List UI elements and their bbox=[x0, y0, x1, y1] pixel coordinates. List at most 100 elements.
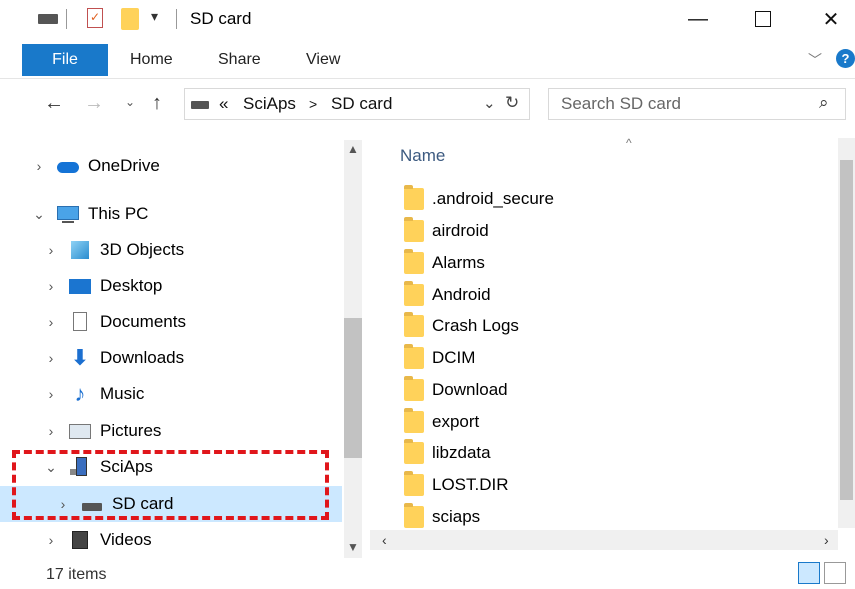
nav-item-downloads[interactable]: › ⬇ Downloads bbox=[0, 340, 342, 376]
address-bar[interactable]: « SciAps > SD card ⌄ ↻ bbox=[184, 88, 530, 120]
search-placeholder: Search SD card bbox=[561, 94, 681, 113]
details-view-icon[interactable] bbox=[798, 562, 820, 584]
refresh-icon[interactable]: ↻ bbox=[505, 93, 519, 113]
device-icon bbox=[68, 457, 92, 477]
file-row[interactable]: libzdata bbox=[404, 437, 491, 469]
nav-scrollbar-thumb[interactable] bbox=[344, 318, 362, 458]
nav-item-label: Documents bbox=[100, 312, 186, 331]
close-button[interactable]: ✕ bbox=[808, 0, 854, 38]
nav-item-label: Downloads bbox=[100, 348, 185, 367]
recent-locations-icon[interactable]: ⌄ bbox=[125, 95, 135, 109]
cloud-icon bbox=[56, 156, 80, 176]
videos-icon bbox=[68, 530, 92, 550]
tab-view[interactable]: View bbox=[306, 44, 340, 76]
file-row[interactable]: Crash Logs bbox=[404, 310, 519, 342]
nav-item-label: Videos bbox=[100, 530, 152, 549]
chevron-right-icon[interactable]: › bbox=[44, 242, 58, 258]
properties-icon[interactable]: ✓ bbox=[87, 8, 103, 28]
search-input[interactable]: Search SD card ⌕ bbox=[548, 88, 846, 120]
file-row[interactable]: airdroid bbox=[404, 215, 489, 247]
scroll-up-icon[interactable]: ▲ bbox=[347, 142, 359, 156]
address-dropdown-icon[interactable]: ⌄ bbox=[483, 94, 496, 112]
search-icon[interactable]: ⌕ bbox=[819, 93, 829, 113]
music-icon: ♪ bbox=[74, 381, 86, 406]
nav-item-onedrive[interactable]: › OneDrive bbox=[0, 148, 342, 184]
scroll-left-icon[interactable]: ‹ bbox=[382, 532, 387, 548]
nav-item-this-pc[interactable]: ⌄ This PC bbox=[0, 196, 342, 232]
nav-item-label: Pictures bbox=[100, 421, 162, 440]
chevron-right-icon[interactable]: › bbox=[44, 350, 58, 366]
file-name: export bbox=[432, 412, 480, 431]
desktop-icon bbox=[68, 276, 92, 296]
chevron-right-icon[interactable]: › bbox=[44, 314, 58, 330]
tab-share[interactable]: Share bbox=[218, 44, 261, 76]
pictures-icon bbox=[68, 421, 92, 441]
file-row[interactable]: LOST.DIR bbox=[404, 469, 509, 501]
nav-item-videos[interactable]: › Videos bbox=[0, 522, 342, 558]
up-button[interactable]: ↑ bbox=[152, 92, 162, 115]
file-name: LOST.DIR bbox=[432, 475, 509, 494]
chevron-right-icon[interactable]: › bbox=[44, 532, 58, 548]
nav-item-3d-objects[interactable]: › 3D Objects bbox=[0, 232, 342, 268]
folder-icon bbox=[404, 376, 424, 401]
nav-item-desktop[interactable]: › Desktop bbox=[0, 268, 342, 304]
scroll-down-icon[interactable]: ▼ bbox=[347, 540, 359, 554]
divider bbox=[66, 9, 67, 29]
computer-icon bbox=[56, 204, 80, 224]
breadcrumb-separator: > bbox=[309, 96, 318, 112]
column-header-name[interactable]: Name bbox=[400, 146, 445, 166]
drive-icon bbox=[80, 494, 104, 514]
file-name: .android_secure bbox=[432, 189, 554, 208]
status-item-count: 17 items bbox=[46, 566, 107, 583]
new-folder-icon[interactable] bbox=[121, 8, 139, 30]
chevron-right-icon[interactable]: › bbox=[56, 496, 70, 512]
breadcrumb-sciaps[interactable]: SciAps bbox=[243, 94, 296, 114]
tab-home[interactable]: Home bbox=[130, 44, 173, 76]
chevron-right-icon[interactable]: › bbox=[32, 158, 46, 174]
chevron-right-icon[interactable]: › bbox=[44, 423, 58, 439]
scroll-right-icon[interactable]: › bbox=[824, 532, 829, 548]
help-icon[interactable]: ? bbox=[836, 49, 855, 68]
nav-item-music[interactable]: › ♪ Music bbox=[0, 376, 342, 412]
file-row[interactable]: DCIM bbox=[404, 342, 475, 374]
minimize-button[interactable]: — bbox=[675, 0, 721, 38]
content-scrollbar-thumb[interactable] bbox=[840, 160, 853, 500]
file-row[interactable]: .android_secure bbox=[404, 183, 554, 215]
folder-icon bbox=[404, 503, 424, 528]
nav-item-label: 3D Objects bbox=[100, 240, 185, 259]
chevron-down-icon[interactable]: ⌄ bbox=[32, 206, 46, 223]
file-name: DCIM bbox=[432, 348, 476, 367]
nav-item-label: Music bbox=[100, 384, 145, 403]
chevron-down-icon[interactable]: ⌄ bbox=[44, 459, 58, 476]
file-row[interactable]: Android bbox=[404, 279, 491, 311]
folder-icon bbox=[404, 281, 424, 306]
folder-icon bbox=[404, 408, 424, 433]
nav-item-sciaps[interactable]: ⌄ SciAps bbox=[0, 449, 342, 485]
content-horizontal-scrollbar[interactable] bbox=[370, 530, 838, 550]
folder-icon bbox=[404, 439, 424, 464]
expand-ribbon-icon[interactable]: ﹀ bbox=[808, 50, 822, 70]
chevron-right-icon[interactable]: › bbox=[44, 278, 58, 294]
folder-icon bbox=[404, 217, 424, 242]
nav-item-documents[interactable]: › Documents bbox=[0, 304, 342, 340]
address-overflow[interactable]: « bbox=[219, 94, 228, 114]
breadcrumb-sd-card[interactable]: SD card bbox=[331, 94, 392, 114]
maximize-button[interactable] bbox=[740, 0, 786, 38]
download-icon: ⬇ bbox=[70, 345, 90, 370]
file-row[interactable]: Download bbox=[404, 374, 508, 406]
tab-file[interactable]: File bbox=[22, 44, 108, 76]
forward-button[interactable]: → bbox=[84, 92, 104, 115]
nav-item-sd-card[interactable]: › SD card bbox=[0, 486, 342, 522]
chevron-right-icon[interactable]: › bbox=[44, 386, 58, 402]
file-row[interactable]: Alarms bbox=[404, 247, 485, 279]
nav-item-pictures[interactable]: › Pictures bbox=[0, 413, 342, 449]
file-row[interactable]: sciaps bbox=[404, 501, 480, 533]
quick-access-dropdown-icon[interactable]: ▾ bbox=[151, 8, 158, 25]
file-name: sciaps bbox=[432, 507, 481, 526]
file-name: Android bbox=[432, 285, 491, 304]
large-icons-view-icon[interactable] bbox=[824, 562, 846, 584]
folder-icon bbox=[404, 185, 424, 210]
file-row[interactable]: export bbox=[404, 406, 479, 438]
back-button[interactable]: ← bbox=[44, 92, 64, 115]
folder-icon bbox=[404, 344, 424, 369]
